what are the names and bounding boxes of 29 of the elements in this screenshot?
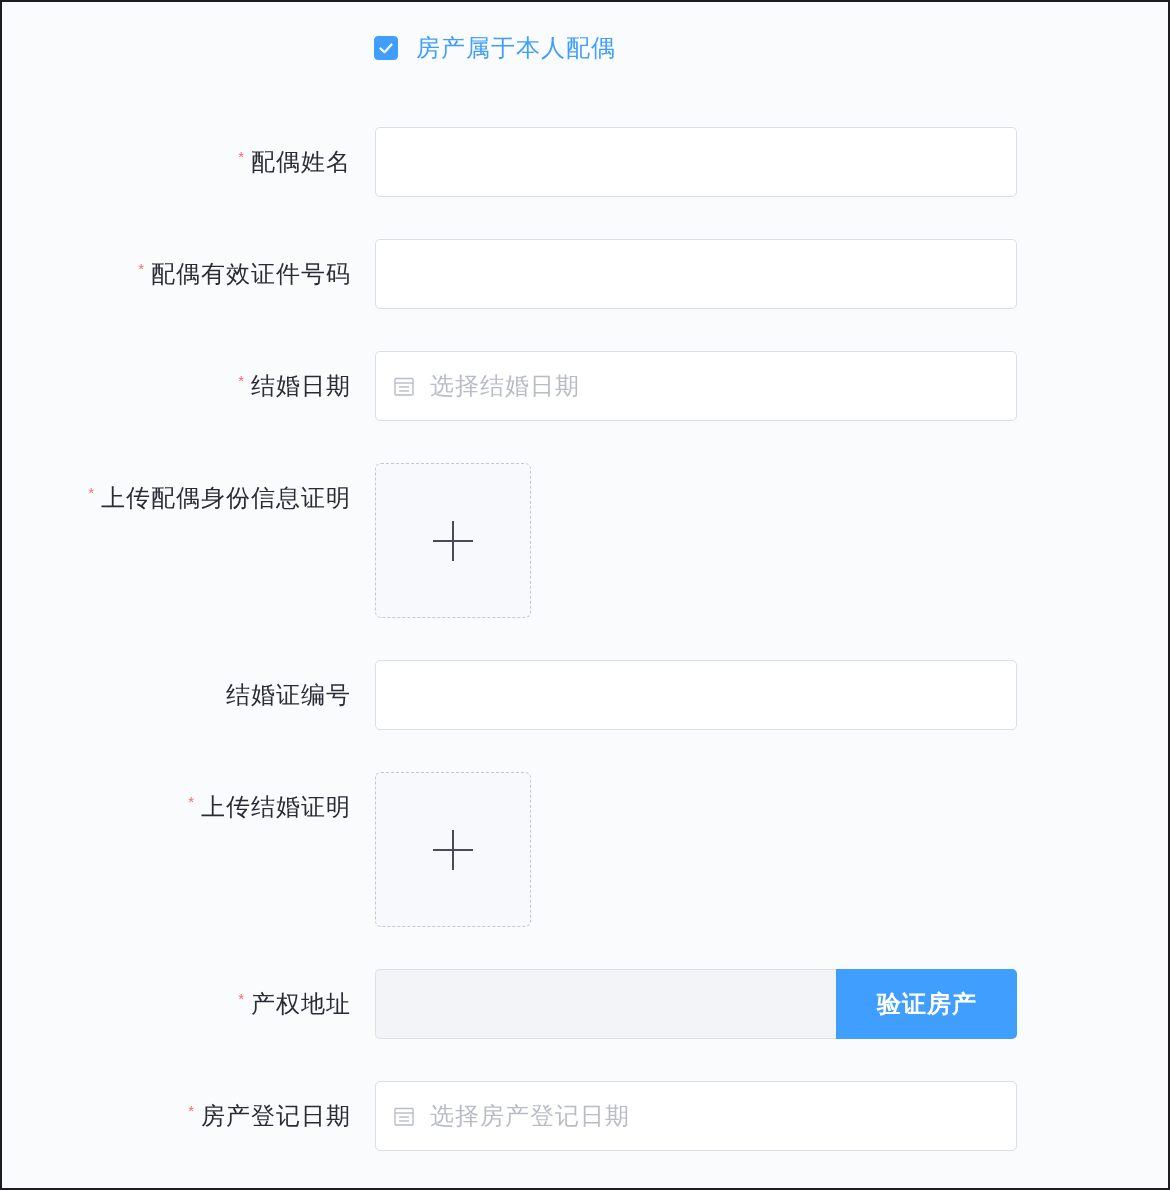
date-field[interactable]: 选择结婚日期: [375, 351, 1017, 421]
field-label: 产权地址: [251, 989, 351, 1019]
text-input[interactable]: [375, 660, 1017, 730]
calendar-icon: [394, 376, 414, 396]
plus-icon: [433, 829, 473, 870]
field-label: 房产登记日期: [201, 1101, 351, 1131]
checkbox-label[interactable]: 房产属于本人配偶: [416, 33, 616, 63]
required-mark: *: [138, 260, 144, 276]
required-mark: *: [188, 793, 194, 809]
plus-icon: [433, 520, 473, 561]
field-label: 上传结婚证明: [201, 792, 351, 822]
required-mark: *: [88, 484, 94, 500]
check-icon: [379, 42, 393, 54]
required-mark: *: [238, 372, 244, 388]
field-label: 配偶姓名: [251, 147, 351, 177]
text-input[interactable]: [375, 127, 1017, 197]
required-mark: *: [238, 990, 244, 1006]
field-label: 结婚证编号: [226, 680, 351, 710]
field-label: 上传配偶身份信息证明: [101, 483, 351, 513]
field-label: 配偶有效证件号码: [151, 259, 351, 289]
calendar-icon: [394, 1106, 414, 1126]
upload-box[interactable]: [375, 772, 531, 927]
text-input[interactable]: [375, 239, 1017, 309]
field-label: 结婚日期: [251, 371, 351, 401]
checkbox[interactable]: [374, 36, 398, 60]
required-mark: *: [188, 1102, 194, 1118]
required-mark: *: [238, 148, 244, 164]
date-field[interactable]: 选择房产登记日期: [375, 1081, 1017, 1151]
upload-box[interactable]: [375, 463, 531, 618]
